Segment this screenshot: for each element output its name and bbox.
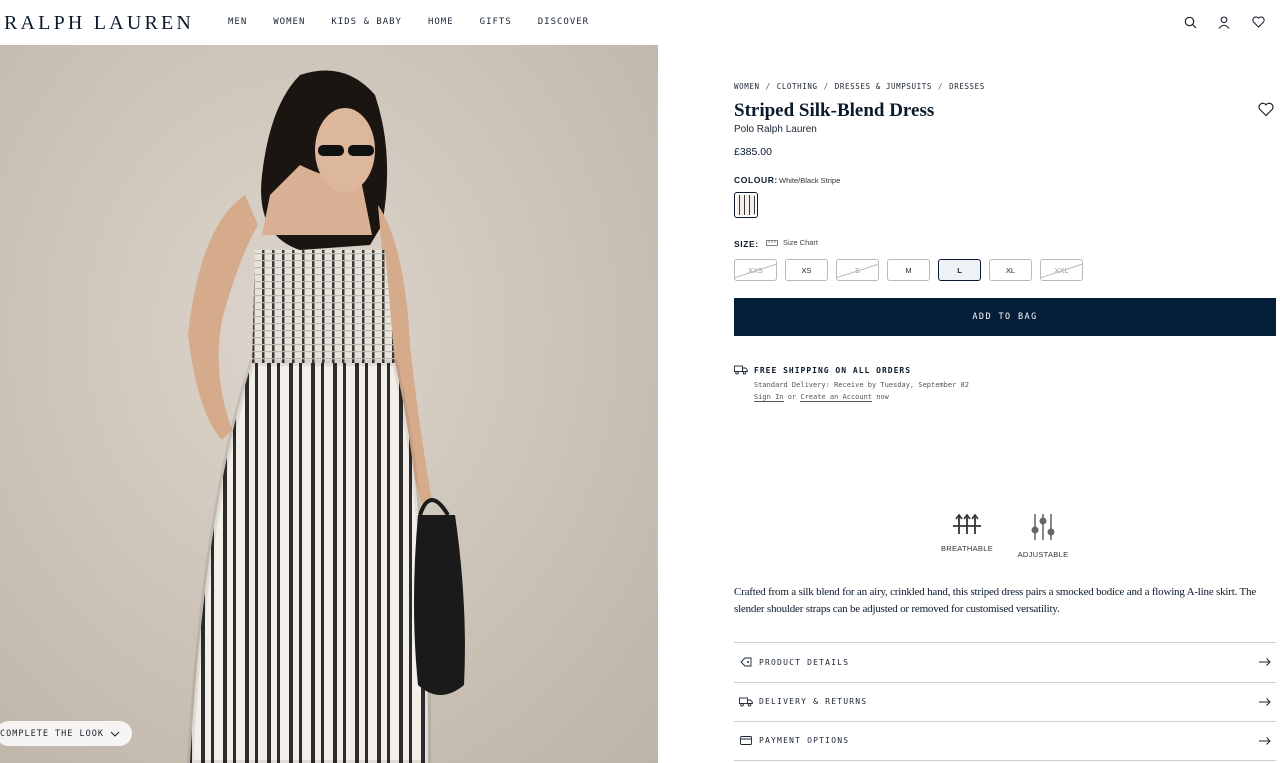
free-shipping-title: FREE SHIPPING ON ALL ORDERS bbox=[754, 366, 912, 375]
nav-men[interactable]: MEN bbox=[228, 17, 247, 27]
accordion-payment-options-label: PAYMENT OPTIONS bbox=[759, 736, 850, 746]
product-title: Striped Silk-Blend Dress bbox=[734, 100, 935, 121]
truck-icon bbox=[739, 696, 753, 708]
colour-value: White/Black Stripe bbox=[779, 176, 841, 185]
arrow-right-icon bbox=[1259, 658, 1271, 666]
feature-adjustable-label: ADJUSTABLE bbox=[1017, 550, 1069, 559]
size-option-xl[interactable]: XL bbox=[989, 259, 1032, 281]
accordion-product-details[interactable]: PRODUCT DETAILS bbox=[734, 642, 1276, 682]
breadcrumb-separator: / bbox=[937, 82, 944, 91]
adjustable-icon bbox=[1031, 514, 1055, 540]
complete-the-look-label: COMPLETE THE LOOK bbox=[0, 728, 104, 739]
feature-adjustable: ADJUSTABLE bbox=[1016, 512, 1070, 559]
size-option-xs[interactable]: XS bbox=[785, 259, 828, 281]
size-selector: XXS XS S M L XL XXL bbox=[734, 259, 1083, 281]
nav-kids-baby[interactable]: KIDS & BABY bbox=[331, 17, 402, 27]
breadcrumb-separator: / bbox=[765, 82, 771, 91]
accordion-product-details-label: PRODUCT DETAILS bbox=[759, 657, 850, 667]
swatch-pattern bbox=[737, 195, 755, 215]
add-to-wishlist-heart-icon[interactable] bbox=[1258, 102, 1274, 118]
size-chart-link[interactable]: Size Chart bbox=[766, 238, 818, 247]
header-icons bbox=[1182, 14, 1266, 30]
feature-breathable-label: BREATHABLE bbox=[940, 544, 994, 553]
sign-in-link[interactable]: Sign In bbox=[754, 393, 784, 402]
accordion-delivery-returns-label: DELIVERY & RETURNS bbox=[759, 697, 868, 707]
main-nav: MEN WOMEN KIDS & BABY HOME GIFTS DISCOVE… bbox=[228, 17, 615, 27]
arrow-right-icon bbox=[1259, 697, 1271, 706]
account-links: Sign In or Create an Account now bbox=[754, 393, 889, 402]
ralph-lauren-logo[interactable]: RALPH LAUREN bbox=[4, 12, 194, 35]
colour-label: COLOUR: bbox=[734, 175, 778, 185]
product-brand[interactable]: Polo Ralph Lauren bbox=[734, 124, 817, 135]
arrow-right-icon bbox=[1259, 737, 1271, 745]
model-illustration bbox=[186, 70, 465, 763]
account-icon[interactable] bbox=[1216, 14, 1232, 30]
colour-swatch-white-black-stripe[interactable] bbox=[734, 192, 758, 218]
product-price: £385.00 bbox=[734, 146, 772, 158]
size-option-s[interactable]: S bbox=[836, 259, 879, 281]
nav-discover[interactable]: DISCOVER bbox=[538, 17, 589, 27]
size-option-l[interactable]: L bbox=[938, 259, 981, 281]
breadcrumb-dresses-jumpsuits[interactable]: DRESSES & JUMPSUITS bbox=[835, 82, 932, 91]
search-icon[interactable] bbox=[1182, 14, 1198, 30]
card-icon bbox=[739, 735, 753, 747]
breathable-icon bbox=[953, 513, 981, 534]
size-label: SIZE: bbox=[734, 239, 759, 249]
nav-women[interactable]: WOMEN bbox=[273, 17, 305, 27]
product-description: Crafted from a silk blend for an airy, c… bbox=[734, 586, 1257, 615]
chevron-down-icon bbox=[110, 731, 120, 737]
breadcrumb: WOMEN / CLOTHING / DRESSES & JUMPSUITS /… bbox=[734, 82, 985, 91]
size-option-m[interactable]: M bbox=[887, 259, 930, 281]
add-to-bag-button[interactable]: ADD TO BAG bbox=[734, 298, 1276, 336]
size-option-xxl[interactable]: XXL bbox=[1040, 259, 1083, 281]
product-features: BREATHABLE ADJUSTABLE bbox=[940, 512, 1070, 559]
nav-home[interactable]: HOME bbox=[428, 17, 454, 27]
product-accordion: PRODUCT DETAILS DELIVERY & RETURNS PAYME… bbox=[734, 642, 1276, 761]
truck-icon bbox=[734, 365, 748, 375]
breadcrumb-dresses[interactable]: DRESSES bbox=[949, 82, 985, 91]
product-image[interactable]: COMPLETE THE LOOK bbox=[0, 45, 658, 763]
feature-breathable: BREATHABLE bbox=[940, 512, 994, 559]
create-account-link[interactable]: Create an Account bbox=[800, 393, 873, 402]
breadcrumb-clothing[interactable]: CLOTHING bbox=[777, 82, 818, 91]
accordion-payment-options[interactable]: PAYMENT OPTIONS bbox=[734, 721, 1276, 761]
nav-gifts[interactable]: GIFTS bbox=[480, 17, 512, 27]
tag-icon bbox=[739, 656, 753, 668]
breadcrumb-women[interactable]: WOMEN bbox=[734, 82, 760, 91]
ruler-icon bbox=[766, 239, 778, 246]
now-text: now bbox=[872, 393, 889, 401]
site-header: RALPH LAUREN MEN WOMEN KIDS & BABY HOME … bbox=[0, 0, 1280, 45]
complete-the-look-button[interactable]: COMPLETE THE LOOK bbox=[0, 721, 132, 746]
breadcrumb-separator: / bbox=[823, 82, 829, 91]
standard-delivery-text: Standard Delivery: Receive by Tuesday, S… bbox=[754, 381, 969, 389]
accordion-delivery-returns[interactable]: DELIVERY & RETURNS bbox=[734, 681, 1276, 722]
wishlist-icon[interactable] bbox=[1250, 14, 1266, 30]
or-text: or bbox=[783, 393, 801, 401]
size-chart-label: Size Chart bbox=[783, 238, 819, 247]
size-option-xxs[interactable]: XXS bbox=[734, 259, 777, 281]
